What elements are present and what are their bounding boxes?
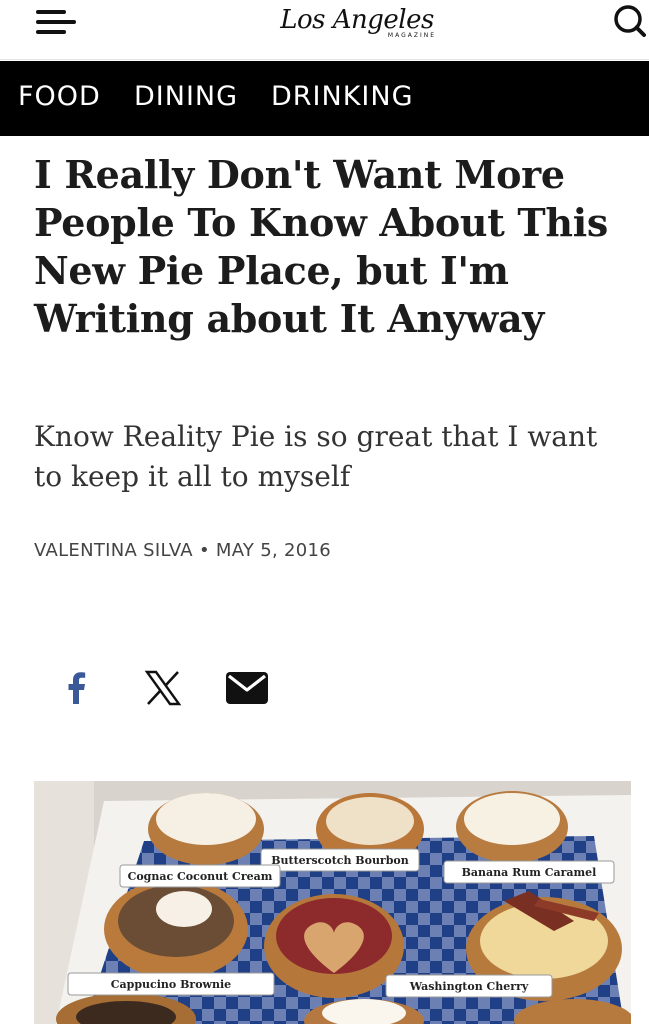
nav-item-food[interactable]: FOOD bbox=[18, 81, 101, 112]
article-headline: I Really Don't Want More People To Know … bbox=[34, 152, 608, 341]
site-logo[interactable]: Los Angeles MAGAZINE bbox=[272, 0, 442, 48]
label-butterscotch-bourbon: Butterscotch Bourbon bbox=[271, 854, 409, 867]
menu-icon[interactable] bbox=[30, 4, 78, 38]
section-nav: FOOD DINING DRINKING bbox=[0, 61, 649, 136]
logo-subtext: MAGAZINE bbox=[387, 32, 436, 39]
email-icon[interactable] bbox=[224, 668, 270, 708]
label-washington-cherry: Washington Cherry bbox=[409, 980, 529, 993]
article-subheadline: Know Reality Pie is so great that I want… bbox=[34, 420, 598, 493]
nav-item-drinking[interactable]: DRINKING bbox=[271, 81, 414, 112]
byline-separator: • bbox=[198, 540, 210, 561]
label-banana-rum-caramel: Banana Rum Caramel bbox=[462, 866, 597, 879]
x-icon[interactable] bbox=[143, 668, 183, 708]
publish-date: MAY 5, 2016 bbox=[215, 540, 332, 561]
author-name[interactable]: VALENTINA SILVA bbox=[34, 540, 193, 561]
label-cappucino-brownie: Cappucino Brownie bbox=[111, 978, 231, 991]
nav-item-dining[interactable]: DINING bbox=[134, 81, 238, 112]
facebook-icon[interactable] bbox=[62, 668, 92, 708]
article-photo: Butterscotch Bourbon Cognac Coconut Crea… bbox=[34, 781, 631, 1024]
label-cognac-coconut-cream: Cognac Coconut Cream bbox=[128, 870, 273, 883]
search-icon[interactable] bbox=[608, 2, 648, 42]
byline: VALENTINA SILVA • MAY 5, 2016 bbox=[34, 540, 331, 561]
top-header: Los Angeles MAGAZINE bbox=[0, 0, 649, 60]
